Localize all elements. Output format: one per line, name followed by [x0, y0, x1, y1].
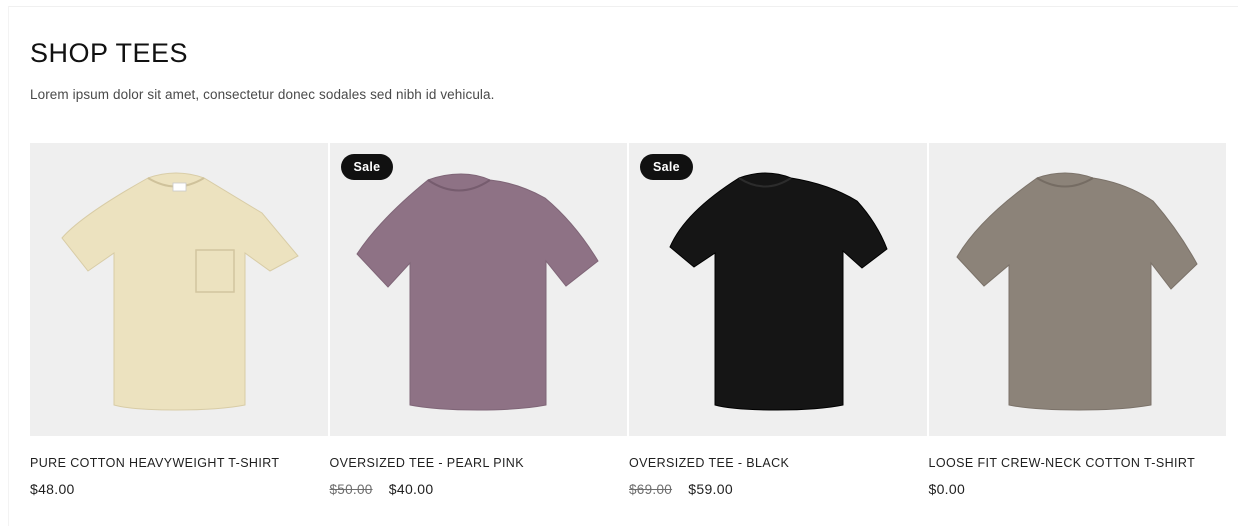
- product-price-row: $69.00 $59.00: [629, 480, 927, 499]
- product-compare-price: $69.00: [629, 482, 673, 497]
- product-card[interactable]: PURE COTTON HEAVYWEIGHT T-SHIRT $48.00: [30, 143, 328, 499]
- product-price: $59.00: [688, 481, 733, 497]
- product-price: $0.00: [928, 481, 966, 497]
- tshirt-black-icon: [669, 172, 888, 411]
- section-description: Lorem ipsum dolor sit amet, consectetur …: [30, 87, 495, 102]
- sale-badge: Sale: [340, 154, 394, 180]
- product-price-row: $0.00: [929, 480, 1227, 498]
- product-compare-price: $50.00: [329, 482, 373, 497]
- product-card[interactable]: Sale OVERSIZED TEE - BLACK $69.00 $59.00: [629, 143, 927, 499]
- product-title[interactable]: OVERSIZED TEE - BLACK: [629, 455, 927, 471]
- product-title[interactable]: OVERSIZED TEE - PEARL PINK: [330, 455, 628, 471]
- product-price: $40.00: [388, 481, 434, 497]
- product-image[interactable]: Sale: [629, 143, 927, 436]
- product-price: $48.00: [30, 481, 75, 497]
- tshirt-pearl-pink-icon: [355, 173, 599, 411]
- product-image[interactable]: [30, 143, 328, 436]
- product-card[interactable]: Sale OVERSIZED TEE - PEARL PINK $50.00 $…: [329, 143, 628, 499]
- sale-badge: Sale: [640, 154, 693, 180]
- product-image[interactable]: Sale: [329, 143, 627, 436]
- tshirt-taupe-icon: [955, 172, 1198, 411]
- product-image[interactable]: [928, 143, 1226, 436]
- product-title[interactable]: LOOSE FIT CREW-NECK COTTON T-SHIRT: [929, 455, 1227, 471]
- product-grid: PURE COTTON HEAVYWEIGHT T-SHIRT $48.00 S…: [30, 143, 1226, 499]
- product-card[interactable]: LOOSE FIT CREW-NECK COTTON T-SHIRT $0.00: [928, 143, 1227, 499]
- section-title: SHOP TEES: [30, 38, 189, 68]
- tshirt-pocket-cream-icon: [61, 172, 299, 411]
- product-price-row: $50.00 $40.00: [330, 480, 628, 499]
- product-price-row: $48.00: [30, 480, 328, 498]
- product-title[interactable]: PURE COTTON HEAVYWEIGHT T-SHIRT: [30, 455, 328, 471]
